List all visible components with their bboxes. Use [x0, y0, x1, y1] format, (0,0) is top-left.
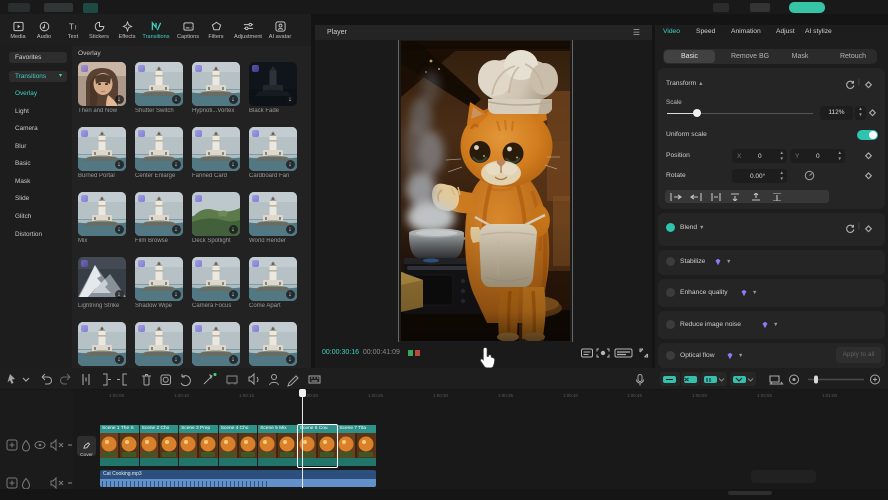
svg-text:T: T [68, 23, 73, 32]
svg-text:I: I [74, 25, 76, 32]
